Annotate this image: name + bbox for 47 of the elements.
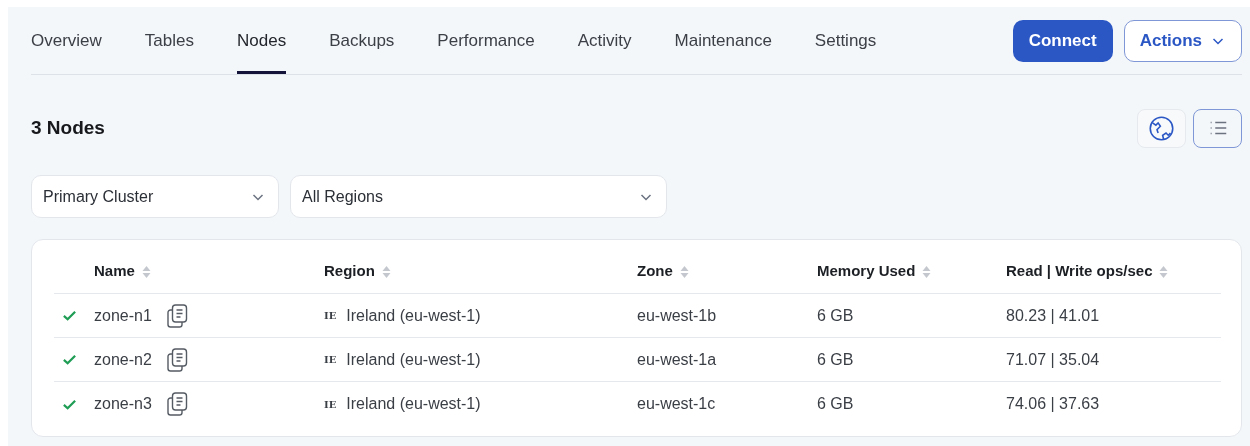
country-code: IE	[324, 353, 337, 367]
column-header: Read | Write ops/sec	[1006, 261, 1153, 282]
tab[interactable]: Maintenance	[674, 7, 772, 74]
filter-dropdown[interactable]: All Regions	[290, 175, 667, 218]
column-header: Name	[94, 261, 135, 282]
table-cell: 80.23 | 41.01	[1006, 306, 1100, 324]
table-cell-text: zone-n3	[94, 394, 152, 414]
tab[interactable]: Settings	[814, 7, 877, 74]
table-cell-text: zone-n1	[94, 305, 152, 326]
sort-icon	[921, 264, 933, 279]
globe-icon	[1148, 114, 1175, 142]
table-cell: eu-west-1c	[637, 395, 716, 412]
sort-icon	[678, 264, 690, 279]
table-cell-text: zone-n2	[94, 349, 152, 370]
table-cell: 71.07 | 35.04	[1006, 350, 1100, 368]
connect-button[interactable]: Connect	[1012, 19, 1113, 62]
table-cell: eu-west-1b	[637, 306, 717, 324]
table-cell: 6 GB	[817, 306, 854, 324]
sort-icon	[140, 264, 152, 279]
table-cell: eu-west-1a	[637, 350, 717, 368]
table-cell-text: Ireland (eu-west-1)	[346, 305, 481, 326]
map-view-button[interactable]	[1137, 108, 1186, 148]
table-cell-text: Ireland (eu-west-1)	[346, 394, 481, 414]
tab[interactable]: Backups	[329, 7, 395, 74]
table-cell: 74.06 | 37.63	[1006, 395, 1100, 412]
sort-icon	[1158, 264, 1170, 279]
filter-dropdown[interactable]: Primary Cluster	[31, 175, 279, 218]
copy-icon[interactable]	[165, 303, 189, 328]
tab[interactable]: Tables	[144, 7, 194, 74]
table-cell: 6 GB	[817, 350, 854, 368]
country-code: IE	[324, 397, 337, 412]
table-cell-text: Ireland (eu-west-1)	[346, 349, 481, 370]
actions-button[interactable]: Actions	[1123, 19, 1242, 62]
column-header: Region	[324, 261, 375, 282]
copy-icon[interactable]	[165, 347, 189, 372]
tab[interactable]: Overview	[31, 7, 102, 74]
tab[interactable]: Nodes	[237, 7, 287, 74]
list-view-button[interactable]	[1193, 108, 1242, 148]
column-header: Memory Used	[817, 261, 916, 282]
tab[interactable]: Performance	[437, 7, 535, 74]
column-header: Zone	[637, 261, 673, 282]
country-code: IE	[324, 309, 337, 323]
sort-icon	[380, 264, 392, 279]
copy-icon[interactable]	[165, 392, 189, 416]
table-cell: 6 GB	[817, 395, 854, 412]
page-title: 3 Nodes	[31, 115, 105, 140]
tab[interactable]: Activity	[577, 7, 632, 74]
